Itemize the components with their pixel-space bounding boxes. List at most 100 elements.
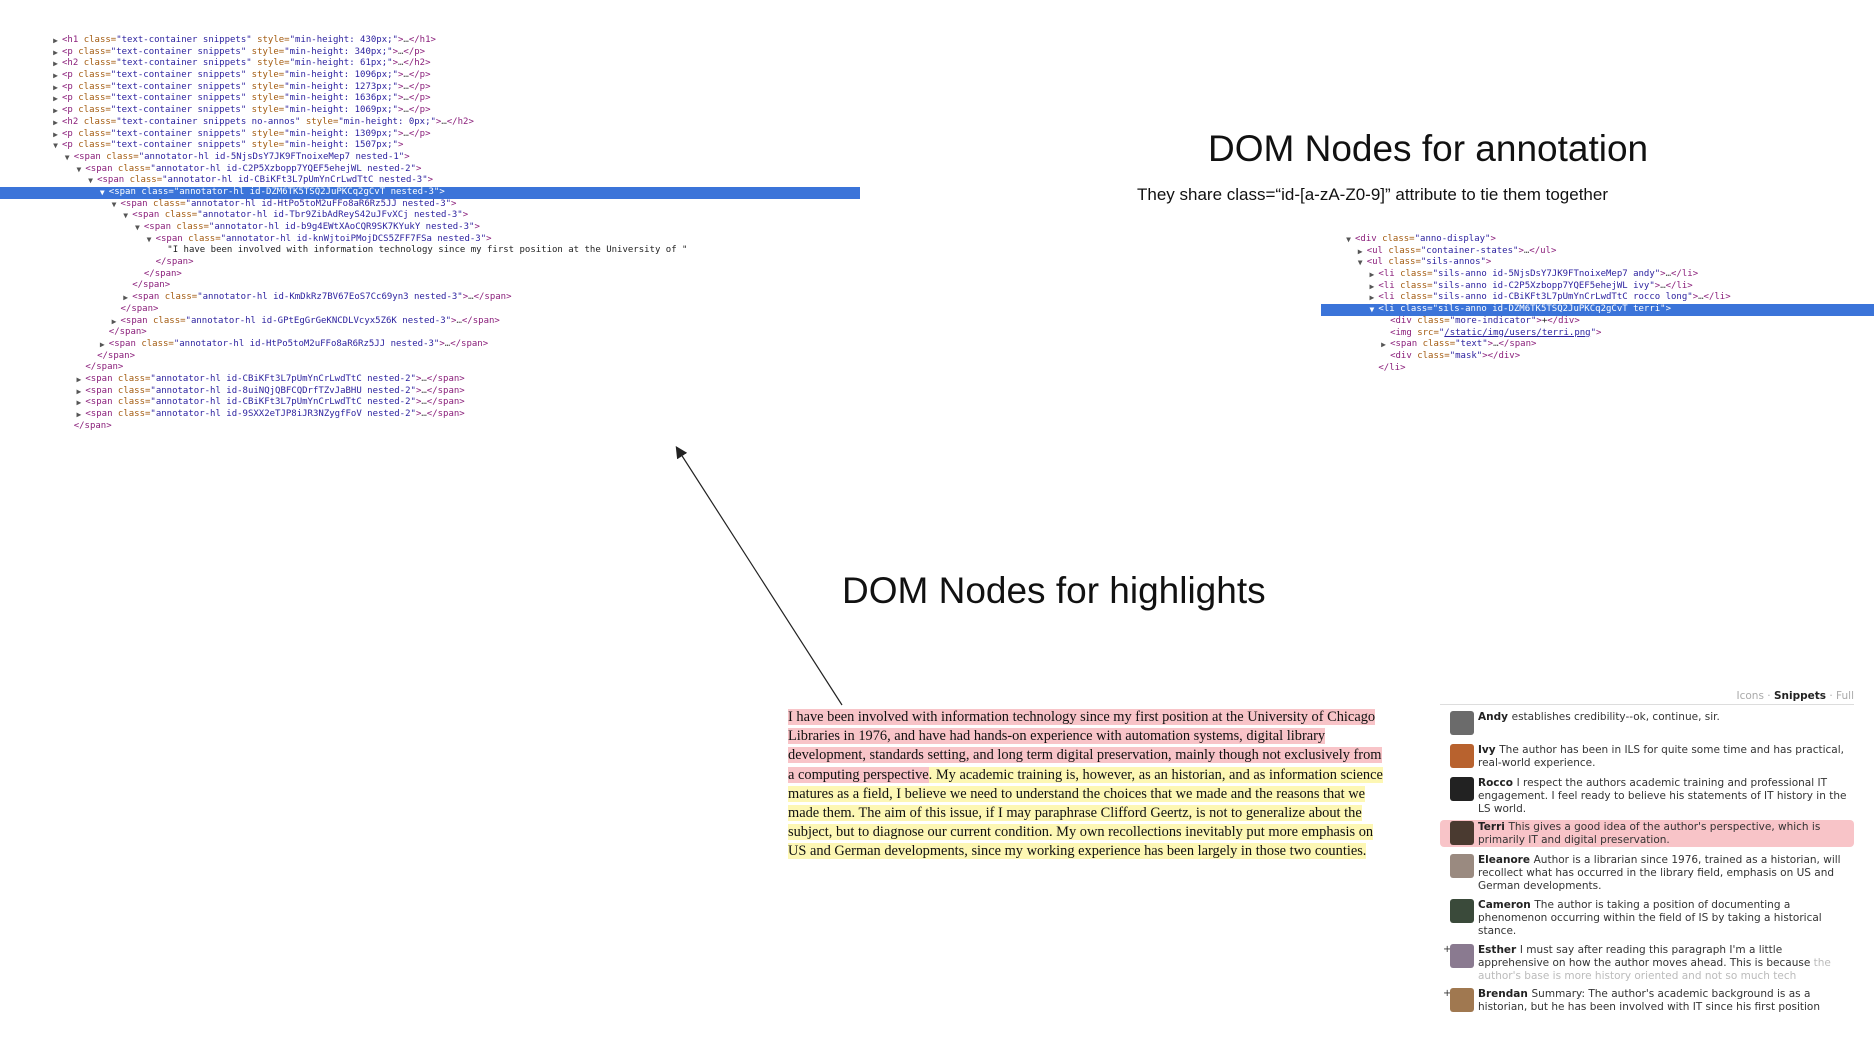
collapsed-triangle-icon[interactable]: ▶	[1367, 292, 1376, 304]
tree-node[interactable]: </span>	[0, 257, 860, 269]
collapsed-triangle-icon[interactable]: ▶	[74, 386, 83, 398]
comment-text: Brendan Summary: The author's academic b…	[1478, 988, 1820, 1013]
collapsed-triangle-icon[interactable]: ▶	[74, 397, 83, 409]
tree-node-code: <span class="annotator-hl id-b9g4EWtXAoC…	[143, 222, 480, 232]
tree-node[interactable]: "I have been involved with information t…	[0, 245, 860, 257]
tree-node[interactable]: ▶ <p class="text-container snippets" styl…	[0, 105, 860, 117]
collapsed-triangle-icon[interactable]: ▶	[51, 93, 60, 105]
expanded-triangle-icon[interactable]: ▼	[1344, 234, 1353, 246]
tree-node[interactable]: ▶ <span class="annotator-hl id-HtPo5toM2u…	[0, 339, 860, 351]
tree-node[interactable]: </span>	[0, 304, 860, 316]
tree-node[interactable]: ▶ <li class="sils-anno id-CBiKFt3L7pUmYnC…	[1321, 292, 1874, 304]
tree-node[interactable]: </span>	[0, 327, 860, 339]
tree-node[interactable]: </li>	[1321, 363, 1874, 375]
tree-node[interactable]: <img src="/static/img/users/terri.png">	[1321, 328, 1874, 340]
tree-node[interactable]: ▶ <p class="text-container snippets" styl…	[0, 82, 860, 94]
tree-node[interactable]: ▶ <h1 class="text-container snippets" sty…	[0, 35, 860, 47]
tree-node[interactable]: ▶ <span class="annotator-hl id-GPtEgGrGeK…	[0, 316, 860, 328]
expanded-triangle-icon[interactable]: ▼	[1356, 257, 1365, 269]
tab-snippets[interactable]: Snippets	[1774, 690, 1826, 702]
tree-node[interactable]: ▼ <span class="annotator-hl id-b9g4EWtXAo…	[0, 222, 860, 234]
tree-node[interactable]: ▶ <span class="annotator-hl id-KmDkRz7BV6…	[0, 292, 860, 304]
tab-full[interactable]: Full	[1836, 690, 1854, 702]
tree-node[interactable]: ▼ <span class="annotator-hl id-5NjsDsY7JK…	[0, 152, 860, 164]
tree-node[interactable]: ▶ <span class="text">…</span>	[1321, 339, 1874, 351]
tree-node-code: </span>	[85, 362, 124, 373]
collapsed-triangle-icon[interactable]: ▶	[1379, 339, 1388, 351]
comment-item[interactable]: + Brendan Summary: The author's academic …	[1440, 987, 1854, 1014]
tree-node[interactable]: </span>	[0, 421, 860, 433]
tree-node-code: <img src="/static/img/users/terri.png">	[1390, 327, 1602, 338]
avatar	[1450, 711, 1474, 735]
expanded-triangle-icon[interactable]: ▼	[98, 187, 107, 199]
collapsed-triangle-icon[interactable]: ▶	[51, 70, 60, 82]
tree-node[interactable]: ▼ <span class="annotator-hl id-Tbr9ZibAdR…	[0, 210, 860, 222]
collapsed-triangle-icon[interactable]: ▶	[51, 35, 60, 47]
comment-item[interactable]: Cameron The author is taking a position …	[1440, 898, 1854, 938]
collapsed-triangle-icon[interactable]: ▶	[51, 58, 60, 70]
comment-item[interactable]: Andy establishes credibility--ok, contin…	[1440, 710, 1854, 735]
collapsed-triangle-icon[interactable]: ▶	[51, 82, 60, 94]
tree-node-code: <h1 class="text-container snippets" styl…	[62, 35, 436, 45]
collapsed-triangle-icon[interactable]: ▶	[51, 117, 60, 129]
tree-node[interactable]: ▶ <p class="text-container snippets" styl…	[0, 70, 860, 82]
expanded-triangle-icon[interactable]: ▼	[1367, 304, 1376, 316]
tree-node[interactable]: </span>	[0, 351, 860, 363]
comment-item[interactable]: Terri This gives a good idea of the auth…	[1440, 820, 1854, 847]
collapsed-triangle-icon[interactable]: ▶	[51, 47, 60, 59]
collapsed-triangle-icon[interactable]: ▶	[74, 409, 83, 421]
tree-node[interactable]: <div class="more-indicator">+</div>	[1321, 316, 1874, 328]
tree-node[interactable]: ▶ <p class="text-container snippets" styl…	[0, 129, 860, 141]
tree-node[interactable]: ▼ <span class="annotator-hl id-knWjtoiPMo…	[0, 234, 860, 246]
comment-text: Andy establishes credibility--ok, contin…	[1478, 711, 1720, 723]
tree-node[interactable]: ▶ <ul class="container-states">…</ul>	[1321, 246, 1874, 258]
tab-icons[interactable]: Icons	[1737, 690, 1764, 702]
collapsed-triangle-icon[interactable]: ▶	[1356, 246, 1365, 258]
comment-item[interactable]: Ivy The author has been in ILS for quite…	[1440, 743, 1854, 770]
tree-node-code: <div class="more-indicator">+</div>	[1390, 315, 1580, 326]
collapsed-triangle-icon[interactable]: ▶	[51, 129, 60, 141]
comment-item[interactable]: Rocco I respect the authors academic tra…	[1440, 776, 1854, 816]
tree-node[interactable]: ▶ <h2 class="text-container snippets no-a…	[0, 117, 860, 129]
tree-node-selected[interactable]: ▼ <span class="annotator-hl id-DZM6TK5TSQ…	[0, 186, 860, 199]
expanded-triangle-icon[interactable]: ▼	[133, 222, 142, 234]
tree-node[interactable]: ▶ <span class="annotator-hl id-9SXX2eTJP8…	[0, 409, 860, 421]
tree-node[interactable]: ▼ <ul class="sils-annos">	[1321, 257, 1874, 269]
expanded-triangle-icon[interactable]: ▼	[63, 152, 72, 164]
tree-node[interactable]: ▼ <p class="text-container snippets" styl…	[0, 140, 860, 152]
collapsed-triangle-icon[interactable]: ▶	[110, 316, 119, 328]
tree-node-code: </span>	[120, 303, 159, 314]
tree-node[interactable]: <div class="mask"></div>	[1321, 351, 1874, 363]
tree-node[interactable]: </span>	[0, 280, 860, 292]
tree-node[interactable]: ▶ <span class="annotator-hl id-8uiNQjQBFC…	[0, 386, 860, 398]
tree-node[interactable]: ▼ <span class="annotator-hl id-CBiKFt3L7p…	[0, 175, 860, 187]
collapsed-triangle-icon[interactable]: ▶	[51, 105, 60, 117]
tree-node[interactable]: ▶ <p class="text-container snippets" styl…	[0, 93, 860, 105]
tree-node[interactable]: ▶ <p class="text-container snippets" styl…	[0, 47, 860, 59]
tree-node[interactable]: ▼ <span class="annotator-hl id-C2P5Xzbopp…	[0, 164, 860, 176]
tree-node[interactable]: ▶ <span class="annotator-hl id-CBiKFt3L7p…	[0, 397, 860, 409]
collapsed-triangle-icon[interactable]: ▶	[121, 292, 130, 304]
tree-node[interactable]: </span>	[0, 269, 860, 281]
expanded-triangle-icon[interactable]: ▼	[74, 164, 83, 176]
collapsed-triangle-icon[interactable]: ▶	[1367, 281, 1376, 293]
tree-node[interactable]: ▶ <span class="annotator-hl id-CBiKFt3L7p…	[0, 374, 860, 386]
tree-node-code: </span>	[143, 268, 182, 279]
expanded-triangle-icon[interactable]: ▼	[121, 210, 130, 222]
collapsed-triangle-icon[interactable]: ▶	[1367, 269, 1376, 281]
tree-node[interactable]: ▶ <li class="sils-anno id-C2P5Xzbopp7YQEF…	[1321, 281, 1874, 293]
tree-node[interactable]: ▶ <h2 class="text-container snippets" sty…	[0, 58, 860, 70]
tree-node[interactable]: </span>	[0, 362, 860, 374]
tree-node[interactable]: ▼ <div class="anno-display">	[1321, 234, 1874, 246]
comment-item[interactable]: Eleanore Author is a librarian since 197…	[1440, 853, 1854, 893]
expanded-triangle-icon[interactable]: ▼	[51, 140, 60, 152]
expanded-triangle-icon[interactable]: ▼	[86, 175, 95, 187]
collapsed-triangle-icon[interactable]: ▶	[98, 339, 107, 351]
expanded-triangle-icon[interactable]: ▼	[110, 199, 119, 211]
tree-node[interactable]: ▶ <li class="sils-anno id-5NjsDsY7JK9FTno…	[1321, 269, 1874, 281]
comment-item[interactable]: + Esther I must say after reading this pa…	[1440, 943, 1854, 983]
tree-node-selected[interactable]: ▼ <li class="sils-anno id-DZM6TK5TSQ2JuPK…	[1321, 304, 1874, 316]
tree-node[interactable]: ▼ <span class="annotator-hl id-HtPo5toM2u…	[0, 199, 860, 211]
expanded-triangle-icon[interactable]: ▼	[145, 234, 154, 246]
collapsed-triangle-icon[interactable]: ▶	[74, 374, 83, 386]
